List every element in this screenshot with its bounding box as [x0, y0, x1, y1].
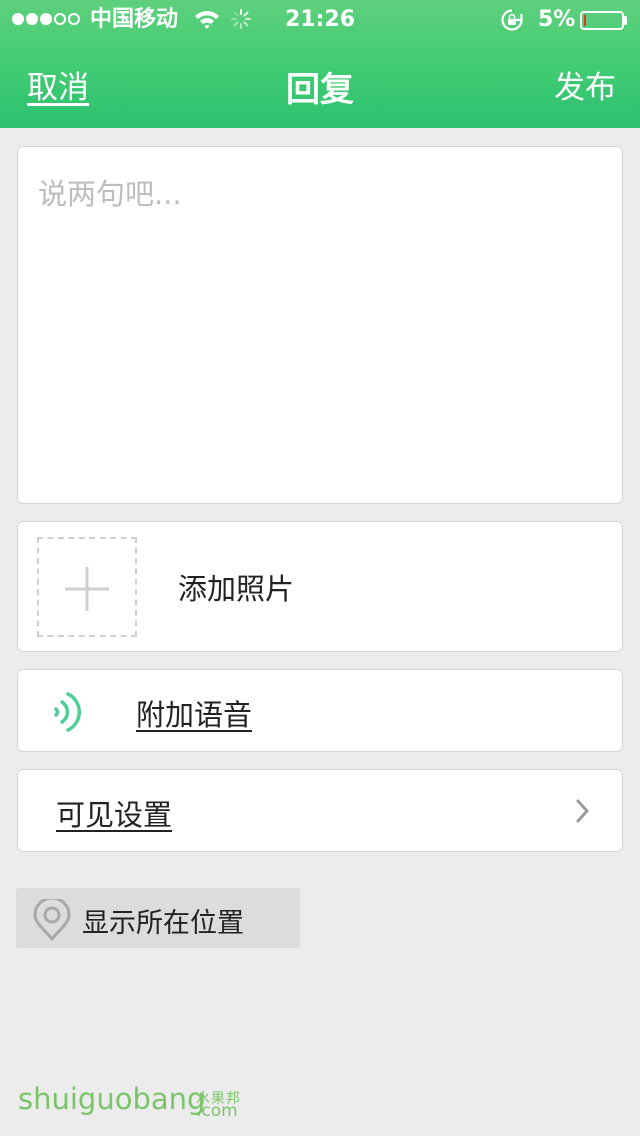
attach-voice-label: 附加语音 [136, 698, 253, 732]
attach-voice-card[interactable]: 附加语音 [17, 669, 623, 752]
add-photo-button[interactable] [37, 537, 137, 637]
location-pin-icon [33, 899, 71, 941]
page-title: 回复 [286, 70, 354, 110]
orientation-lock-icon [501, 9, 523, 31]
visibility-settings-label: 可见设置 [56, 798, 173, 832]
battery-level [584, 15, 586, 26]
header: 中国移动 21:26 5% 取消 回复 发布 [0, 0, 640, 128]
watermark-text: shuiguobang [18, 1082, 206, 1116]
watermark-domain: .com [196, 1101, 238, 1121]
battery-icon [580, 11, 624, 30]
show-location-button[interactable]: 显示所在位置 [16, 888, 300, 948]
publish-button[interactable]: 发布 [554, 62, 616, 107]
reply-text-input[interactable] [18, 147, 622, 503]
sound-wave-icon [54, 692, 81, 732]
chevron-right-icon [576, 799, 589, 823]
status-bar: 中国移动 21:26 5% [0, 0, 640, 40]
reply-text-card [17, 146, 623, 504]
show-location-label: 显示所在位置 [82, 908, 244, 939]
add-photo-label: 添加照片 [178, 572, 295, 606]
plus-icon [65, 567, 109, 611]
battery-percent: 5% [538, 7, 576, 32]
visibility-settings-row[interactable]: 可见设置 [17, 769, 623, 852]
add-photo-card: 添加照片 [17, 521, 623, 652]
battery-nub [624, 16, 627, 25]
